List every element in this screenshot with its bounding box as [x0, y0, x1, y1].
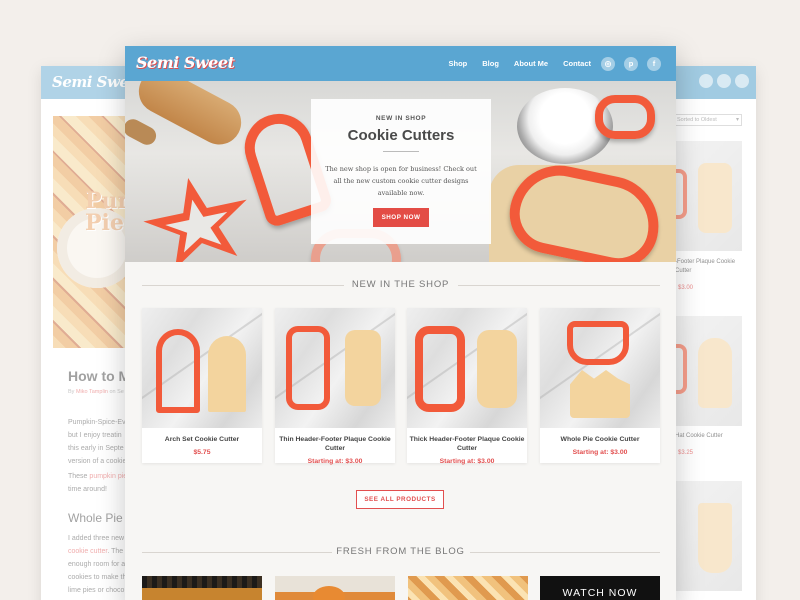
- product-price: Starting at: $3.00: [572, 449, 628, 456]
- pumpkin-pie-link[interactable]: pumpkin pie: [89, 473, 127, 480]
- header-social-icons: [695, 74, 749, 93]
- product-image[interactable]: [407, 308, 527, 428]
- facebook-icon[interactable]: [735, 74, 749, 88]
- shop-now-button[interactable]: SHOP NOW: [373, 208, 429, 227]
- nav-shop[interactable]: Shop: [448, 59, 467, 68]
- brand-logo[interactable]: Semi Sweet: [136, 53, 235, 72]
- hero-body-text: The new shop is open for business! Check…: [325, 165, 477, 197]
- blog-thumbnail-3[interactable]: [408, 576, 528, 600]
- fresh-from-blog-heading: FRESH FROM THE BLOG: [125, 546, 676, 560]
- product-price: Starting at: $3.00: [439, 458, 495, 465]
- hero-banner: NEW IN SHOP Cookie Cutters The new shop …: [125, 81, 676, 262]
- dough-shape: [698, 503, 732, 573]
- sort-dropdown[interactable]: Sorted to Oldest: [672, 114, 742, 126]
- pinterest-icon[interactable]: [717, 74, 731, 88]
- see-all-products-button[interactable]: SEE ALL PRODUCTS: [356, 490, 444, 509]
- pinterest-icon[interactable]: p: [624, 57, 638, 71]
- blog-post-title: How to M: [68, 368, 131, 384]
- product-name[interactable]: Arch Set Cookie Cutter: [142, 435, 262, 444]
- product-name[interactable]: Whole Pie Cookie Cutter: [540, 435, 660, 444]
- nav-blog[interactable]: Blog: [482, 59, 499, 68]
- product-image[interactable]: [275, 308, 395, 428]
- para2-prefix: These: [68, 473, 88, 480]
- product-card-thick-plaque[interactable]: Thick Header-Footer Plaque Cookie Cutter…: [407, 308, 527, 465]
- pie-cutter-shape: [567, 321, 629, 365]
- new-in-shop-heading: NEW IN THE SHOP: [125, 279, 676, 293]
- instagram-icon[interactable]: [699, 74, 713, 88]
- shop-product-name[interactable]: -Footer Plaque Cookie Cutter: [675, 258, 745, 276]
- instagram-icon[interactable]: ◎: [601, 57, 615, 71]
- meta-author-link[interactable]: Miko Tamplin: [76, 389, 108, 395]
- hero-title: Cookie Cutters: [347, 127, 455, 144]
- product-name[interactable]: Thin Header-Footer Plaque Cookie Cutter: [275, 435, 395, 453]
- product-image[interactable]: [540, 308, 660, 428]
- small-cutter-image: [595, 95, 655, 139]
- shop-product-price: $3.00: [678, 285, 694, 291]
- rolling-pin-handle: [125, 116, 160, 148]
- shop-product-image[interactable]: [671, 141, 742, 251]
- dough-hat-shape: [698, 338, 732, 408]
- meta-by: By: [68, 389, 75, 395]
- blog-thumbnail-video[interactable]: WATCH NOW: [540, 576, 660, 600]
- blog-thumbnail-2[interactable]: [275, 576, 395, 600]
- blog-thumbnail-1[interactable]: [142, 576, 262, 600]
- para3-suffix: . The: [107, 548, 124, 555]
- heading-rule-right: [458, 285, 660, 286]
- plaque-cutter-shape: [415, 326, 465, 412]
- arch-cookie-shape: [208, 336, 246, 412]
- hero-divider: [383, 151, 419, 152]
- plaque-cookie-shape: [345, 330, 381, 406]
- hero-promo-card: NEW IN SHOP Cookie Cutters The new shop …: [311, 99, 491, 244]
- pumpkin-shape: [313, 586, 345, 600]
- product-card-thin-plaque[interactable]: Thin Header-Footer Plaque Cookie Cutter …: [275, 308, 395, 465]
- facebook-icon[interactable]: f: [647, 57, 661, 71]
- product-card-arch-set[interactable]: Arch Set Cookie Cutter $5.75: [142, 308, 262, 463]
- arch-cutter-shape: [156, 329, 200, 413]
- main-browser-window: Semi Sweet Shop Blog About Me Contact ◎ …: [125, 46, 676, 600]
- shop-product-image[interactable]: [675, 481, 742, 591]
- top-navigation-bar: Semi Sweet Shop Blog About Me Contact ◎ …: [125, 46, 676, 81]
- main-menu: Shop Blog About Me Contact: [448, 59, 591, 68]
- shop-product-price: $3.25: [678, 450, 694, 456]
- heading-rule-right: [470, 552, 660, 553]
- nav-about-me[interactable]: About Me: [514, 59, 548, 68]
- meta-date: on Se: [109, 389, 124, 395]
- shop-product-name[interactable]: Hat Cookie Cutter: [675, 432, 745, 441]
- product-price: $5.75: [193, 449, 211, 456]
- nav-contact[interactable]: Contact: [563, 59, 591, 68]
- product-name[interactable]: Thick Header-Footer Plaque Cookie Cutter: [407, 435, 527, 453]
- product-image[interactable]: [142, 308, 262, 428]
- dough-plaque-shape: [698, 163, 732, 233]
- cookie-cutter-link[interactable]: cookie cutter: [68, 548, 107, 555]
- shop-product-image[interactable]: [671, 316, 742, 426]
- product-card-whole-pie[interactable]: Whole Pie Cookie Cutter Starting at: $3.…: [540, 308, 660, 463]
- product-price: Starting at: $3.00: [307, 458, 363, 465]
- plaque-cutter-shape: [286, 326, 330, 410]
- blog-post-meta: By Miko Tamplin on Se: [68, 389, 124, 395]
- fence-shape: [142, 576, 262, 588]
- pie-cookie-shape: [570, 370, 630, 418]
- plaque-cookie-shape: [477, 330, 517, 408]
- hero-eyebrow: NEW IN SHOP: [375, 115, 427, 122]
